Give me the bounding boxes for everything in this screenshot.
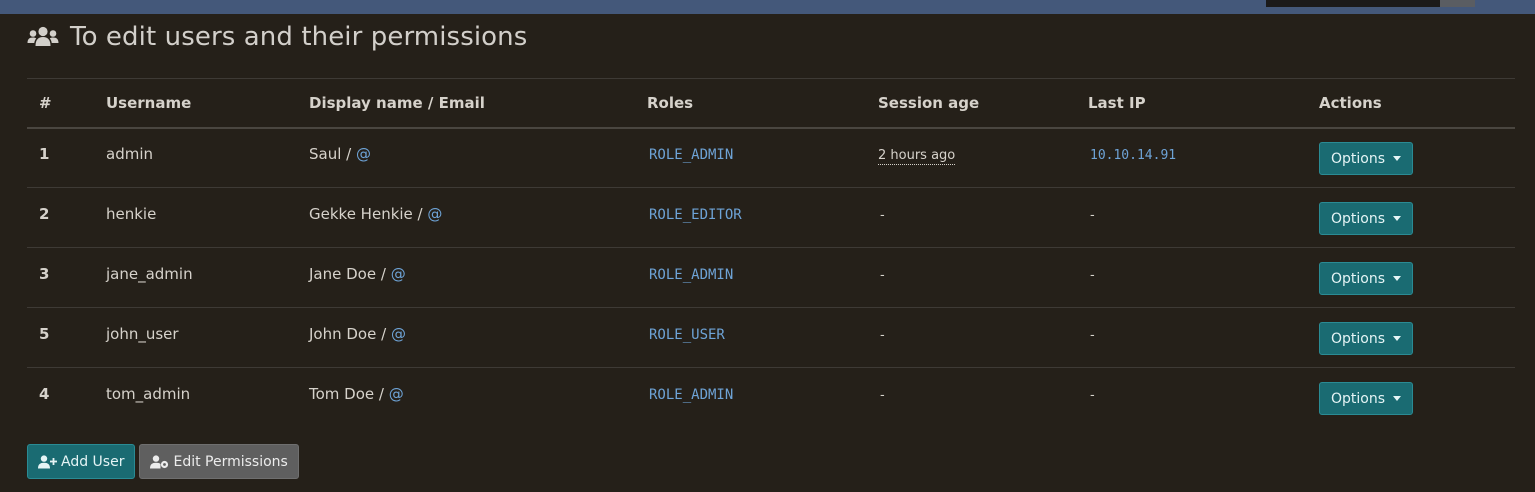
options-dropdown-button[interactable]: Options [1319,202,1414,235]
role-code: ROLE_ADMIN [649,146,734,163]
user-plus-icon [38,454,57,468]
edit-permissions-button[interactable]: Edit Permissions [139,444,299,479]
role-code: ROLE_USER [649,326,725,343]
last-ip: - [1090,207,1095,223]
user-id: 2 [39,204,50,223]
table-row: 4 tom_admin Tom Doe / @ ROLE_ADMIN - - O… [27,368,1515,428]
caret-down-icon [1393,396,1402,402]
options-dropdown-button[interactable]: Options [1319,142,1414,176]
navbar-search-button[interactable] [1440,0,1475,7]
email-link[interactable]: @ [356,145,371,163]
display-name-email: Gekke Henkie / @ [309,205,442,223]
user-id: 3 [39,264,50,283]
username: john_user [106,324,179,343]
caret-down-icon [1393,276,1402,281]
session-age: - [880,327,885,343]
edit-permissions-label: Edit Permissions [173,453,288,470]
display-name: Jane Doe / [309,264,386,283]
navbar-search-input[interactable] [1266,0,1440,7]
display-name: Gekke Henkie / [309,204,423,223]
users-icon [27,26,59,48]
options-label: Options [1331,150,1386,167]
display-name-email: Tom Doe / @ [309,385,404,403]
caret-down-icon [1393,216,1402,221]
add-user-label: Add User [61,453,125,470]
column-header-username[interactable]: Username [94,79,297,128]
role-code: ROLE_EDITOR [649,206,742,223]
display-name: John Doe / [309,324,387,343]
table-actions: Add User Edit Permissions [27,444,299,479]
role-code: ROLE_ADMIN [649,266,734,283]
role-code: ROLE_ADMIN [649,386,734,403]
username: admin [106,144,153,163]
display-name: Saul / [309,144,352,163]
email-link[interactable]: @ [391,265,406,283]
username: tom_admin [106,384,191,403]
user-id: 5 [39,324,50,343]
options-label: Options [1331,390,1386,407]
table-row: 3 jane_admin Jane Doe / @ ROLE_ADMIN - -… [27,248,1515,308]
options-label: Options [1331,210,1386,227]
options-label: Options [1331,270,1386,287]
display-name-email: Saul / @ [309,145,371,163]
column-header-num[interactable]: # [27,79,94,128]
column-header-roles[interactable]: Roles [635,79,866,128]
session-age[interactable]: 2 hours ago [878,147,956,165]
username: henkie [106,204,157,223]
options-dropdown-button[interactable]: Options [1319,262,1414,295]
table-row: 1 admin Saul / @ ROLE_ADMIN 2 hours ago … [27,128,1515,188]
table-header-row: # Username Display name / Email Roles Se… [27,78,1515,128]
caret-down-icon [1393,336,1402,341]
options-dropdown-button[interactable]: Options [1319,322,1414,355]
last-ip: - [1090,327,1095,343]
display-name: Tom Doe / [309,384,384,403]
user-id: 4 [39,384,50,403]
users-table: # Username Display name / Email Roles Se… [27,78,1515,428]
user-cog-icon [150,454,169,468]
column-header-session-age[interactable]: Session age [866,79,1076,128]
options-label: Options [1331,330,1386,347]
top-navbar [0,0,1535,14]
email-link[interactable]: @ [389,385,404,403]
page-title: To edit users and their permissions [70,22,528,52]
session-age: - [880,207,885,223]
add-user-button[interactable]: Add User [27,444,136,479]
column-header-display-name[interactable]: Display name / Email [297,79,635,128]
display-name-email: Jane Doe / @ [309,265,406,283]
email-link[interactable]: @ [427,205,442,223]
email-link[interactable]: @ [391,325,406,343]
username: jane_admin [106,264,193,283]
last-ip: - [1090,267,1095,283]
last-ip: - [1090,387,1095,403]
user-id: 1 [39,144,50,163]
table-row: 5 john_user John Doe / @ ROLE_USER - - O… [27,308,1515,368]
display-name-email: John Doe / @ [309,325,406,343]
options-dropdown-button[interactable]: Options [1319,382,1414,416]
table-row: 2 henkie Gekke Henkie / @ ROLE_EDITOR - … [27,188,1515,248]
page-header: To edit users and their permissions [27,20,527,54]
session-age: - [880,267,885,283]
last-ip: 10.10.14.91 [1090,147,1177,163]
column-header-last-ip[interactable]: Last IP [1076,79,1307,128]
session-age: - [880,387,885,403]
column-header-actions: Actions [1319,93,1382,112]
caret-down-icon [1393,156,1402,162]
